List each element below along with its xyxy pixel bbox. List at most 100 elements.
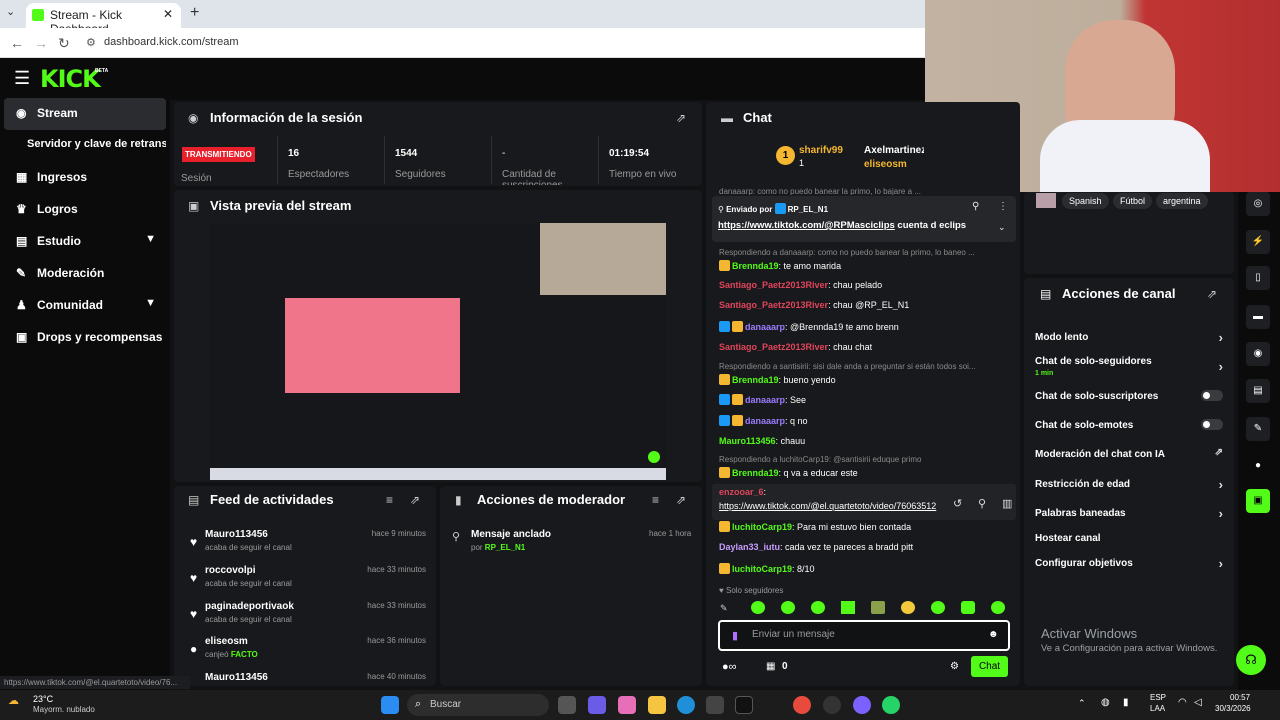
support-icon[interactable]: ☊: [1236, 645, 1266, 675]
taskbar-search[interactable]: ⌕ Buscar: [407, 694, 549, 716]
back-icon[interactable]: ←: [10, 35, 24, 51]
start-icon[interactable]: [381, 696, 399, 714]
wifi-icon[interactable]: ◠: [1178, 697, 1187, 708]
sidebar-item-estudio[interactable]: ▤ Estudio ▼: [4, 226, 166, 258]
camera-icon[interactable]: ◎: [1246, 192, 1270, 216]
tray-app-icon[interactable]: ◍: [1101, 697, 1110, 708]
points-rail-icon[interactable]: ●: [1246, 454, 1270, 478]
more-icon[interactable]: ⋮: [998, 201, 1008, 212]
action-emotes-only[interactable]: Chat de solo-emotes: [1035, 419, 1225, 431]
emote-icon[interactable]: [811, 601, 825, 614]
sidebar-item-ingresos[interactable]: ▦ Ingresos: [4, 162, 166, 194]
chat-user[interactable]: Santiago_Paetz2013River: [719, 342, 828, 352]
top-gifter-user-2[interactable]: Axelmartinezr: [864, 145, 924, 156]
action-followers-only[interactable]: Chat de solo-seguidores 1 min ›: [1035, 356, 1225, 378]
chat-user[interactable]: danaaarp: [745, 322, 785, 332]
popout-icon[interactable]: ⇗: [676, 111, 686, 125]
tag-chip[interactable]: argentina: [1156, 193, 1208, 209]
chat-link-text[interactable]: https://www.tiktok.com/@el.quartetoto/vi…: [719, 501, 936, 511]
mic-tray-icon[interactable]: ▮: [1123, 697, 1129, 708]
stream-preview-video[interactable]: [210, 223, 666, 480]
reply-icon[interactable]: ↺: [953, 497, 962, 510]
emote-picker-icon[interactable]: ✎: [720, 603, 728, 614]
emote-icon[interactable]: [901, 601, 915, 614]
action-goals[interactable]: Configurar objetivos ›: [1035, 556, 1225, 571]
broadcast-rail-icon[interactable]: ◉: [1246, 342, 1270, 366]
menu-icon[interactable]: ☰: [14, 68, 30, 89]
popout-icon[interactable]: ⇗: [676, 493, 686, 507]
pinned-user[interactable]: RP_EL_N1: [788, 205, 828, 214]
sidebar-item-drops[interactable]: ▣ Drops y recompensas: [4, 322, 166, 354]
document-icon[interactable]: ▯: [1246, 266, 1270, 290]
popout-icon[interactable]: ⇗: [1207, 287, 1217, 301]
emote-icon[interactable]: [871, 601, 885, 614]
language-code[interactable]: ESP: [1150, 693, 1166, 702]
chat-user[interactable]: Santiago_Paetz2013River: [719, 280, 828, 290]
action-ai-moderation[interactable]: Moderación del chat con IA ⇗: [1035, 447, 1225, 460]
sidebar-item-moderacion[interactable]: ✎ Moderación: [4, 258, 166, 290]
task-view-icon[interactable]: [558, 696, 576, 714]
close-tab-icon[interactable]: ✕: [163, 7, 173, 21]
site-info-icon[interactable]: ⚙: [86, 36, 96, 49]
action-age-restriction[interactable]: Restricción de edad ›: [1035, 477, 1225, 492]
weather-temp[interactable]: 23°C: [33, 694, 53, 704]
clock-time[interactable]: 00:57: [1230, 693, 1250, 702]
store-icon[interactable]: ▦: [766, 661, 775, 672]
chat-link[interactable]: https://www.tiktok.com/@el.quartetoto/vi…: [719, 501, 947, 511]
tray-overflow-icon[interactable]: ⌃: [1078, 698, 1086, 709]
chat-user[interactable]: danaaarp: [745, 416, 785, 426]
emote-icon[interactable]: [961, 601, 975, 614]
pinned-link[interactable]: https://www.tiktok.com/@RPMasciclips: [718, 220, 895, 231]
sidebar-item-server-key[interactable]: Servidor y clave de retransn: [4, 130, 166, 162]
emote-icon[interactable]: [841, 601, 855, 614]
feed-user[interactable]: Mauro113456: [205, 529, 268, 540]
mod-user[interactable]: RP_EL_N1: [485, 543, 525, 552]
feed-user[interactable]: roccovolpi: [205, 565, 256, 576]
url-field[interactable]: dashboard.kick.com/stream: [104, 36, 239, 48]
chat-user[interactable]: enzooar_6: [719, 487, 764, 497]
browser-tab[interactable]: Stream - Kick Dashboard ✕: [26, 3, 181, 36]
action-subscribers-only[interactable]: Chat de solo-suscriptores: [1035, 390, 1225, 402]
settings-icon[interactable]: ⚙: [950, 661, 959, 672]
sidebar-item-logros[interactable]: ♛ Logros: [4, 194, 166, 226]
chat-input[interactable]: ▮ Enviar un mensaje ☻: [718, 620, 1010, 651]
emote-icon[interactable]: [991, 601, 1005, 614]
chat-user[interactable]: Brennda19: [732, 261, 779, 271]
delete-icon[interactable]: ▥: [1002, 497, 1012, 510]
chat-user[interactable]: Mauro113456: [719, 436, 776, 446]
feed-user[interactable]: paginadeportivaok: [205, 601, 294, 612]
obs-icon[interactable]: [823, 696, 841, 714]
filter-icon[interactable]: ≡: [386, 493, 393, 507]
pin-message-icon[interactable]: ⚲: [978, 497, 986, 510]
chat-user[interactable]: Santiago_Paetz2013River: [719, 300, 828, 310]
feed-user[interactable]: eliseosm: [205, 636, 248, 647]
sidebar-item-stream[interactable]: ◉ Stream: [4, 98, 166, 130]
chat-user[interactable]: Daylan33_iutu: [719, 542, 780, 552]
volume-icon[interactable]: ◁: [1194, 697, 1202, 708]
file-explorer-icon[interactable]: [648, 696, 666, 714]
tag-chip[interactable]: Fútbol: [1113, 193, 1153, 209]
top-gifter-user[interactable]: sharifv99: [799, 145, 843, 156]
tag-chip[interactable]: Spanish: [1062, 193, 1109, 209]
emote-icon[interactable]: [751, 601, 765, 614]
feed-user[interactable]: Mauro113456: [205, 672, 268, 683]
top-gifter-user-3[interactable]: eliseosm: [864, 159, 907, 170]
tab-search-icon[interactable]: ⌄: [6, 5, 15, 18]
chat-user[interactable]: Brennda19: [732, 375, 779, 385]
chat-user[interactable]: luchitoCarp19: [732, 564, 792, 574]
action-slow-mode[interactable]: Modo lento ›: [1035, 330, 1225, 345]
store-app-icon[interactable]: [706, 696, 724, 714]
emoji-icon[interactable]: ☻: [988, 629, 999, 640]
action-banned-words[interactable]: Palabras baneadas ›: [1035, 506, 1225, 521]
emotes-only-toggle[interactable]: [1201, 419, 1223, 430]
forward-icon[interactable]: →: [34, 35, 48, 51]
chat-user[interactable]: danaaarp: [745, 395, 785, 405]
emote-icon[interactable]: [931, 601, 945, 614]
green-app-icon[interactable]: ▣: [1246, 489, 1270, 513]
send-chat-button[interactable]: Chat: [971, 656, 1008, 677]
tiktok-icon[interactable]: [735, 696, 753, 714]
layout-icon[interactable]: ▤: [1246, 379, 1270, 403]
subscribers-only-toggle[interactable]: [1201, 390, 1223, 401]
chat-user[interactable]: Brennda19: [732, 468, 779, 478]
chat-rail-icon[interactable]: ▬: [1246, 305, 1270, 329]
